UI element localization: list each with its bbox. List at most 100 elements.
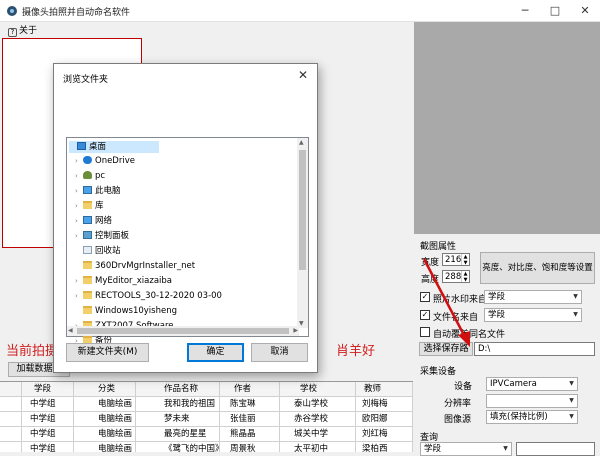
cancel-button[interactable]: 取消 <box>251 343 308 362</box>
tree-scrollbar-vertical[interactable]: ▲ ▼ <box>297 138 308 328</box>
header-cell[interactable]: 作者 <box>220 382 280 397</box>
menu-about[interactable]: ? 关于 <box>8 23 37 37</box>
data-grid[interactable]: 学段 分类 作品名称 作者 学校 教师 中学组 电脑绘画 我和我的祖国 陈宝琳 … <box>0 381 413 452</box>
header-cell[interactable]: 分类 <box>74 382 136 397</box>
expander[interactable]: › <box>75 275 83 287</box>
table-cell[interactable]: 梁柏西 <box>356 442 413 452</box>
device-select[interactable]: IPVCamera ▼ <box>486 377 578 391</box>
scroll-left-icon[interactable]: ◀ <box>68 327 73 334</box>
scroll-right-icon[interactable]: ▶ <box>293 327 298 334</box>
table-cell[interactable]: 中学组 <box>22 427 74 442</box>
folder-tree[interactable]: 桌面 › OneDrive › pc › 此电脑 › 库 › 网络 › 控制面板 回收站 3… <box>66 137 309 346</box>
table-cell[interactable]: 张佳丽 <box>220 412 280 427</box>
table-cell[interactable]: 我和我的祖国 <box>136 397 220 412</box>
filename-source-select[interactable]: 学段 ▼ <box>484 308 582 322</box>
expander[interactable]: › <box>75 170 83 182</box>
ok-button[interactable]: 确定 <box>187 343 244 362</box>
table-cell[interactable]: 城关中学 <box>280 427 356 442</box>
table-cell[interactable]: 中学组 <box>22 412 74 427</box>
scroll-up-icon[interactable]: ▲ <box>299 139 304 146</box>
table-row[interactable]: 中学组 电脑绘画 《鹭飞的中国》 周景秋 太平初中 梁柏西 <box>0 442 413 452</box>
row-indicator <box>0 412 22 427</box>
control-panel-icon <box>83 231 92 239</box>
camera-app-icon <box>7 6 17 16</box>
chevron-down-icon: ▼ <box>569 397 574 404</box>
table-row[interactable]: 中学组 电脑绘画 梦未来 张佳丽 赤谷学校 欧阳娜 <box>0 412 413 427</box>
expander[interactable]: › <box>75 230 83 242</box>
table-cell[interactable]: 周景秋 <box>220 442 280 452</box>
expander[interactable]: › <box>75 185 83 197</box>
tree-item-desktop[interactable]: 桌面 <box>69 141 159 153</box>
expander[interactable]: › <box>75 155 83 167</box>
device-label: 设备 <box>454 382 473 392</box>
minimize-button[interactable]: ─ <box>510 0 540 22</box>
menu-bar: ? 关于 <box>0 22 410 37</box>
watermark-source-select[interactable]: 学段 ▼ <box>484 290 582 304</box>
table-cell[interactable]: 电脑绘画 <box>74 442 136 452</box>
new-folder-button[interactable]: 新建文件夹(M) <box>66 343 149 362</box>
chevron-down-icon: ▼ <box>569 413 574 420</box>
table-cell[interactable]: 梦未来 <box>136 412 220 427</box>
tree-item-recycle-bin[interactable]: 回收站 <box>69 245 121 257</box>
tree-item-this-pc[interactable]: › 此电脑 <box>69 185 121 197</box>
maximize-button[interactable]: □ <box>540 0 570 22</box>
table-cell[interactable]: 中学组 <box>22 442 74 452</box>
image-source-label: 图像源 <box>444 415 472 425</box>
library-icon <box>83 201 92 209</box>
scroll-thumb[interactable] <box>299 150 306 270</box>
tree-item-onedrive[interactable]: › OneDrive <box>69 155 135 167</box>
expander[interactable]: › <box>75 215 83 227</box>
save-path-field[interactable]: D:\ <box>474 342 595 356</box>
table-cell[interactable]: 电脑绘画 <box>74 397 136 412</box>
tree-item-label: 此电脑 <box>95 186 121 196</box>
scroll-thumb[interactable] <box>77 328 289 334</box>
crop-settings-title: 截图属性 <box>420 242 457 252</box>
table-cell[interactable]: 电脑绘画 <box>74 427 136 442</box>
tree-item-folder[interactable]: › MyEditor_xiazaiba <box>69 275 172 287</box>
table-cell[interactable]: 熊晶晶 <box>220 427 280 442</box>
header-cell[interactable]: 教师 <box>356 382 413 397</box>
tree-item-library[interactable]: › 库 <box>69 200 104 212</box>
resolution-select[interactable]: ▼ <box>486 394 578 408</box>
dialog-close-button[interactable]: ✕ <box>298 68 308 82</box>
table-row[interactable]: 中学组 电脑绘画 我和我的祖国 陈宝琳 泰山学校 刘梅梅 <box>0 397 413 412</box>
table-cell[interactable]: 欧阳娜 <box>356 412 413 427</box>
tree-item-folder[interactable]: › RECTOOLS_30-12-2020 03-00 <box>69 290 222 302</box>
query-input[interactable] <box>516 442 595 456</box>
window-title: 摄像头拍照并自动命名软件 <box>22 8 131 18</box>
query-field-select[interactable]: 学段 ▼ <box>420 442 512 456</box>
table-cell[interactable]: 泰山学校 <box>280 397 356 412</box>
header-cell[interactable]: 学段 <box>22 382 74 397</box>
table-cell[interactable]: 刘梅梅 <box>356 397 413 412</box>
tree-item-folder[interactable]: 360DrvMgrInstaller_net <box>69 260 195 272</box>
close-button[interactable]: ✕ <box>570 0 600 22</box>
table-cell[interactable]: 太平初中 <box>280 442 356 452</box>
header-cell[interactable]: 学校 <box>280 382 356 397</box>
tree-scrollbar-horizontal[interactable]: ◀ ▶ <box>67 326 299 336</box>
scroll-down-icon[interactable]: ▼ <box>299 320 304 327</box>
expander[interactable]: › <box>75 200 83 212</box>
table-cell[interactable]: 最亮的星星 <box>136 427 220 442</box>
chevron-down-icon: ▼ <box>503 445 508 452</box>
tree-item-pc-user[interactable]: › pc <box>69 170 105 182</box>
help-icon: ? <box>8 28 17 37</box>
header-cell[interactable]: 作品名称 <box>136 382 220 397</box>
camera-preview <box>414 22 600 234</box>
annotation-arrow <box>422 258 470 347</box>
tree-item-network[interactable]: › 网络 <box>69 215 112 227</box>
tree-item-folder[interactable]: Windows10yisheng <box>69 305 177 317</box>
expander[interactable]: › <box>75 290 83 302</box>
table-cell[interactable]: 刘红梅 <box>356 427 413 442</box>
tree-item-control-panel[interactable]: › 控制面板 <box>69 230 129 242</box>
tree-item-label: 网络 <box>95 216 113 226</box>
table-cell[interactable]: 电脑绘画 <box>74 412 136 427</box>
table-row[interactable]: 中学组 电脑绘画 最亮的星星 熊晶晶 城关中学 刘红梅 <box>0 427 413 442</box>
title-bar: 摄像头拍照并自动命名软件 ─ □ ✕ <box>0 0 600 22</box>
image-adjust-button[interactable]: 亮度、对比度、饱和度等设置 <box>480 252 595 284</box>
table-cell[interactable]: 陈宝琳 <box>220 397 280 412</box>
table-cell[interactable]: 赤谷学校 <box>280 412 356 427</box>
folder-icon <box>83 291 92 299</box>
table-cell[interactable]: 《鹭飞的中国》 <box>136 442 220 452</box>
table-cell[interactable]: 中学组 <box>22 397 74 412</box>
image-source-select[interactable]: 填充(保持比例) ▼ <box>486 410 578 424</box>
